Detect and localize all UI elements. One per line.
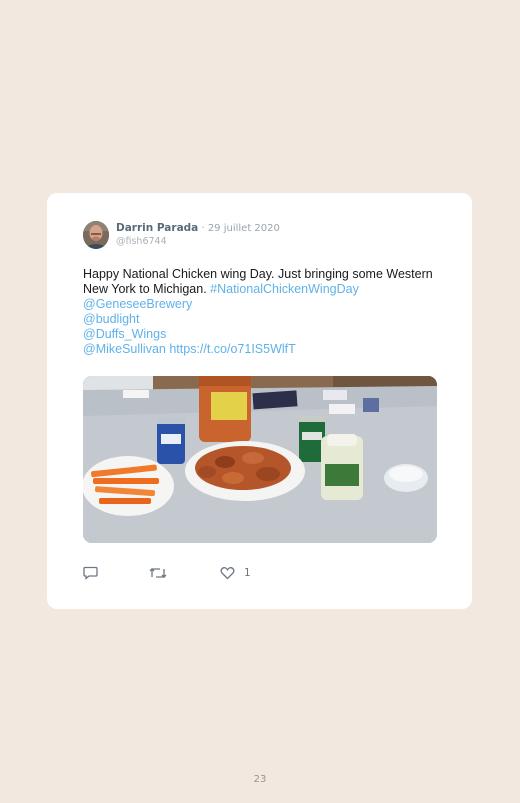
avatar-image — [83, 221, 109, 249]
mention-link-budlight[interactable]: @budlight — [83, 312, 139, 326]
like-button[interactable]: 1 — [220, 565, 251, 581]
tco-link[interactable]: https://t.co/o71IS5WlfT — [169, 342, 295, 356]
tweet-card: Darrin Parada · 29 juillet 2020 @fish674… — [47, 193, 472, 609]
mention-link-duffs[interactable]: @Duffs_Wings — [83, 327, 166, 341]
tweet-actions: 1 — [83, 565, 283, 583]
date-separator: · — [198, 223, 208, 234]
tweet-text: Happy National Chicken wing Day. Just br… — [83, 267, 453, 357]
retweet-button[interactable] — [149, 565, 167, 581]
tweet-author-line: Darrin Parada · 29 juillet 2020 — [116, 222, 280, 235]
author-name[interactable]: Darrin Parada — [116, 222, 198, 234]
tweet-date[interactable]: 29 juillet 2020 — [208, 223, 280, 234]
like-count: 1 — [244, 567, 251, 579]
food-photo-image — [83, 376, 437, 543]
page-number: 23 — [253, 774, 267, 785]
hashtag-link[interactable]: #NationalChickenWingDay — [210, 282, 359, 296]
comment-icon — [83, 566, 98, 580]
avatar[interactable] — [83, 221, 109, 249]
mention-link-genesee[interactable]: @GeneseeBrewery — [83, 297, 192, 311]
heart-icon — [220, 567, 235, 580]
reply-button[interactable] — [83, 565, 98, 581]
author-handle[interactable]: @fish6744 — [116, 236, 167, 247]
mention-link-mikesullivan[interactable]: @MikeSullivan — [83, 342, 166, 356]
retweet-icon — [149, 568, 167, 578]
tweet-photo[interactable] — [83, 376, 437, 543]
